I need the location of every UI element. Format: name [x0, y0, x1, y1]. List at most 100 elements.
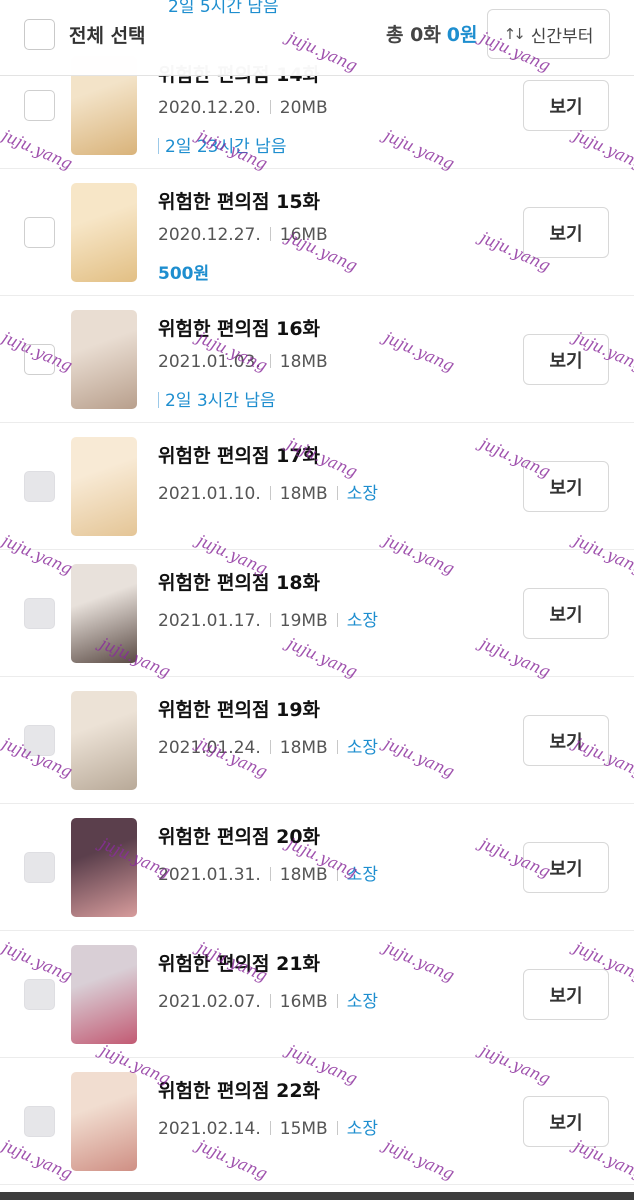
- episode-list-screen: 위험한 편의점 14화2020.12.20.20MB2일 23시간 남음보기위험…: [0, 0, 634, 1200]
- view-button[interactable]: 보기: [523, 842, 609, 893]
- meta-divider: [269, 100, 271, 114]
- episode-thumbnail[interactable]: [71, 818, 137, 917]
- select-all-label[interactable]: 전체 선택: [69, 21, 146, 48]
- meta-divider: [336, 994, 338, 1008]
- list-header: 2일 5시간 남음 전체 선택 총 0화 0원 ↑↓ 신간부터: [0, 0, 634, 76]
- extra-text: 2일 23시간 남음: [165, 137, 287, 157]
- episode-title[interactable]: 위험한 편의점 21화: [158, 949, 320, 976]
- episode-meta: 2021.01.31. 18MB 소장: [158, 860, 378, 885]
- meta-divider: [269, 354, 271, 368]
- release-date: 2021.01.10.: [158, 484, 261, 504]
- meta-divider: [269, 613, 271, 627]
- view-button[interactable]: 보기: [523, 1096, 609, 1147]
- release-date: 2020.12.20.: [158, 98, 261, 118]
- extra-text: 500원: [158, 264, 210, 284]
- episode-title[interactable]: 위험한 편의점 19화: [158, 695, 320, 722]
- release-date: 2021.01.31.: [158, 865, 261, 885]
- rental-divider: [158, 392, 159, 408]
- episode-checkbox: [24, 598, 55, 629]
- episode-checkbox: [24, 471, 55, 502]
- owned-badge: 소장: [346, 992, 378, 1012]
- episode-meta: 2021.01.17. 19MB 소장: [158, 606, 378, 631]
- episode-row[interactable]: 위험한 편의점 19화 2021.01.24. 18MB 소장 보기: [0, 677, 634, 804]
- episode-checkbox: [24, 725, 55, 756]
- sort-button[interactable]: ↑↓ 신간부터: [487, 9, 610, 59]
- view-button[interactable]: 보기: [523, 80, 609, 131]
- owned-badge: 소장: [346, 1119, 378, 1139]
- episode-meta: 2021.02.07. 16MB 소장: [158, 987, 378, 1012]
- episode-title[interactable]: 위험한 편의점 16화: [158, 314, 320, 341]
- file-size: 20MB: [279, 98, 328, 118]
- episode-row[interactable]: 위험한 편의점 21화 2021.02.07. 16MB 소장 보기: [0, 931, 634, 1058]
- selected-count: 총 0화: [386, 24, 441, 46]
- meta-divider: [269, 867, 271, 881]
- episode-title[interactable]: 위험한 편의점 20화: [158, 822, 320, 849]
- release-date: 2021.02.07.: [158, 992, 261, 1012]
- view-button[interactable]: 보기: [523, 461, 609, 512]
- episode-title[interactable]: 위험한 편의점 18화: [158, 568, 320, 595]
- view-button[interactable]: 보기: [523, 588, 609, 639]
- episode-price: 500원: [158, 259, 209, 284]
- file-size: 18MB: [279, 738, 328, 758]
- episode-checkbox[interactable]: [24, 344, 55, 375]
- episode-checkbox[interactable]: [24, 90, 55, 121]
- view-button[interactable]: 보기: [523, 969, 609, 1020]
- file-size: 18MB: [279, 352, 328, 372]
- episode-thumbnail[interactable]: [71, 945, 137, 1044]
- rental-remaining-time: 2일 3시간 남음: [158, 386, 276, 411]
- bottom-edge-strip: [0, 1192, 634, 1200]
- episode-row[interactable]: 위험한 편의점 22화 2021.02.14. 15MB 소장 보기: [0, 1058, 634, 1185]
- file-size: 18MB: [279, 865, 328, 885]
- release-date: 2021.01.24.: [158, 738, 261, 758]
- episode-thumbnail[interactable]: [71, 564, 137, 663]
- file-size: 18MB: [279, 484, 328, 504]
- episode-meta: 2021.01.03. 18MB: [158, 352, 328, 372]
- select-all-checkbox[interactable]: [24, 19, 55, 50]
- meta-divider: [269, 1121, 271, 1135]
- episode-title[interactable]: 위험한 편의점 22화: [158, 1076, 320, 1103]
- file-size: 19MB: [279, 611, 328, 631]
- selection-total: 총 0화 0원: [386, 20, 478, 47]
- episode-thumbnail[interactable]: [71, 691, 137, 790]
- scrolled-row-remaining-time: 2일 5시간 남음: [168, 0, 279, 17]
- sort-arrows-icon: ↑↓: [503, 25, 526, 43]
- view-button[interactable]: 보기: [523, 715, 609, 766]
- meta-divider: [336, 1121, 338, 1135]
- meta-divider: [269, 227, 271, 241]
- sort-label: 신간부터: [530, 26, 594, 47]
- episode-title[interactable]: 위험한 편의점 17화: [158, 441, 320, 468]
- episode-row[interactable]: 위험한 편의점 17화 2021.01.10. 18MB 소장 보기: [0, 423, 634, 550]
- meta-divider: [336, 867, 338, 881]
- selected-amount: 0원: [446, 24, 478, 46]
- episode-row[interactable]: 위험한 편의점 18화 2021.01.17. 19MB 소장 보기: [0, 550, 634, 677]
- episode-checkbox[interactable]: [24, 217, 55, 248]
- episode-meta: 2020.12.20. 20MB: [158, 98, 328, 118]
- episode-thumbnail[interactable]: [71, 183, 137, 282]
- owned-badge: 소장: [346, 738, 378, 758]
- meta-divider: [269, 994, 271, 1008]
- meta-divider: [336, 613, 338, 627]
- episode-checkbox: [24, 1106, 55, 1137]
- owned-badge: 소장: [346, 611, 378, 631]
- rental-divider: [158, 138, 159, 154]
- release-date: 2020.12.27.: [158, 225, 261, 245]
- episode-thumbnail[interactable]: [71, 1072, 137, 1171]
- rental-remaining-time: 2일 23시간 남음: [158, 132, 286, 157]
- extra-text: 2일 3시간 남음: [165, 391, 276, 411]
- release-date: 2021.01.17.: [158, 611, 261, 631]
- file-size: 16MB: [279, 992, 328, 1012]
- meta-divider: [336, 740, 338, 754]
- view-button[interactable]: 보기: [523, 207, 609, 258]
- episode-row[interactable]: 위험한 편의점 15화 2020.12.27. 16MB 500원 보기: [0, 169, 634, 296]
- meta-divider: [269, 486, 271, 500]
- episode-meta: 2020.12.27. 16MB: [158, 225, 328, 245]
- episode-row[interactable]: 위험한 편의점 16화 2021.01.03. 18MB 2일 3시간 남음 보기: [0, 296, 634, 423]
- episode-meta: 2021.01.24. 18MB 소장: [158, 733, 378, 758]
- episode-thumbnail[interactable]: [71, 310, 137, 409]
- episode-title[interactable]: 위험한 편의점 15화: [158, 187, 320, 214]
- episode-meta: 2021.02.14. 15MB 소장: [158, 1114, 378, 1139]
- episode-thumbnail[interactable]: [71, 437, 137, 536]
- episode-row[interactable]: 위험한 편의점 20화 2021.01.31. 18MB 소장 보기: [0, 804, 634, 931]
- owned-badge: 소장: [346, 865, 378, 885]
- view-button[interactable]: 보기: [523, 334, 609, 385]
